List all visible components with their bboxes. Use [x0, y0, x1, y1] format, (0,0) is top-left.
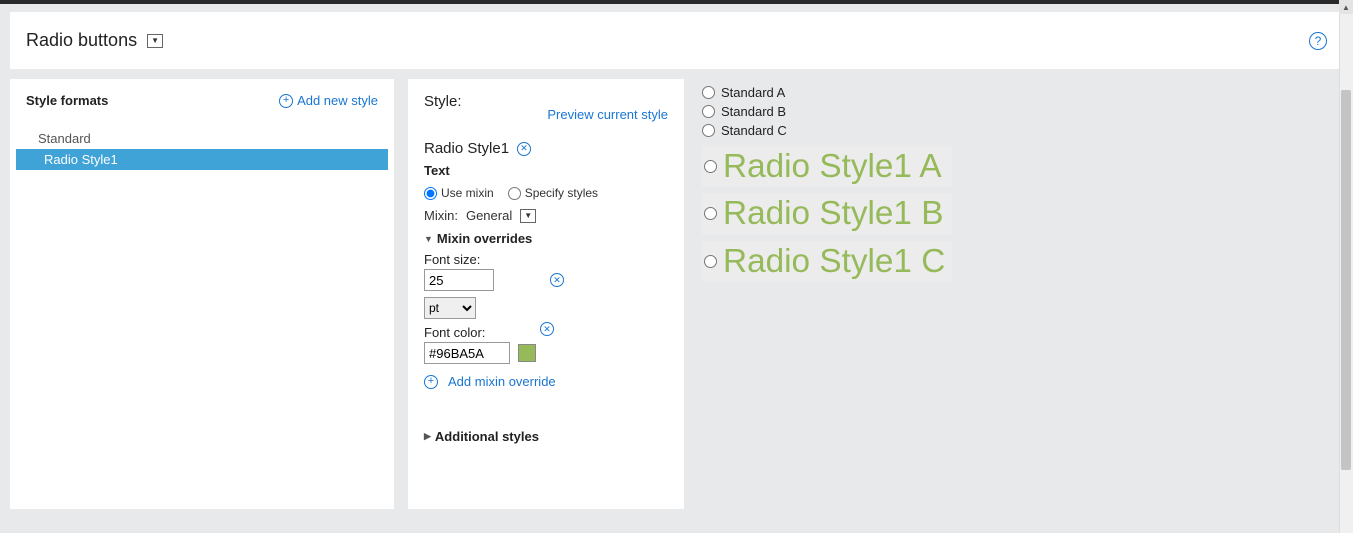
specify-styles-radio-input[interactable]: [508, 187, 521, 200]
preview-styled-c[interactable]: Radio Style1 C: [702, 241, 952, 282]
mixin-overrides-toggle[interactable]: ▼ Mixin overrides: [424, 231, 668, 246]
add-new-style-label: Add new style: [297, 93, 378, 108]
scrollbar[interactable]: ▲: [1339, 0, 1353, 533]
style-formats-header: Style formats + Add new style: [10, 93, 394, 122]
columns: Style formats + Add new style Standard R…: [0, 79, 1353, 509]
preview-current-style-link[interactable]: Preview current style: [547, 107, 668, 122]
specify-styles-radio[interactable]: Specify styles: [508, 186, 598, 200]
radio-label: Standard A: [721, 85, 785, 100]
radio-label: Radio Style1 C: [723, 245, 945, 278]
chevron-right-icon: ▶: [424, 431, 431, 442]
plus-icon: +: [279, 94, 293, 108]
preview-standard-c[interactable]: Standard C: [702, 121, 1343, 140]
style-formats-panel: Style formats + Add new style Standard R…: [10, 79, 394, 509]
style-editor-title: Style:: [424, 93, 462, 110]
font-color-input[interactable]: [424, 342, 510, 364]
remove-font-color-icon[interactable]: ✕: [540, 322, 554, 336]
additional-styles-toggle[interactable]: ▶ Additional styles: [424, 429, 668, 444]
page-title: Radio buttons: [26, 30, 137, 51]
mixin-label: Mixin:: [424, 208, 458, 223]
mixin-value: General: [466, 208, 512, 223]
use-mixin-radio-input[interactable]: [424, 187, 437, 200]
radio-input[interactable]: [702, 86, 715, 99]
radio-label: Radio Style1 A: [723, 150, 942, 183]
font-unit-select[interactable]: pt: [424, 297, 476, 319]
style-list: Standard Radio Style1: [10, 122, 394, 170]
style-item-radio-style1[interactable]: Radio Style1: [16, 149, 388, 170]
radio-input[interactable]: [704, 160, 717, 173]
font-size-label: Font size:: [424, 252, 668, 267]
specify-styles-label: Specify styles: [525, 186, 598, 200]
text-mode-radios: Use mixin Specify styles: [424, 186, 668, 200]
help-icon[interactable]: ?: [1309, 32, 1327, 50]
style-formats-title: Style formats: [26, 93, 108, 108]
standard-radio-group: Standard A Standard B Standard C: [702, 83, 1343, 140]
delete-style-icon[interactable]: ✕: [517, 142, 531, 156]
style-name: Radio Style1: [424, 140, 509, 157]
font-unit-row: pt: [424, 297, 668, 319]
radio-input[interactable]: [702, 124, 715, 137]
add-new-style-link[interactable]: + Add new style: [279, 93, 378, 108]
window-topbar: [0, 0, 1353, 4]
header-left: Radio buttons ▼: [26, 30, 163, 51]
style-name-row: Radio Style1 ✕: [424, 140, 668, 157]
radio-input[interactable]: [704, 207, 717, 220]
preview-standard-b[interactable]: Standard B: [702, 102, 1343, 121]
radio-label: Standard B: [721, 104, 786, 119]
style-item-standard[interactable]: Standard: [10, 128, 394, 149]
scroll-thumb[interactable]: [1341, 90, 1351, 470]
chevron-down-icon: ▼: [424, 234, 433, 244]
header-card: Radio buttons ▼ ?: [10, 12, 1343, 69]
radio-label: Standard C: [721, 123, 787, 138]
preview-styled-b[interactable]: Radio Style1 B: [702, 193, 952, 234]
title-dropdown-icon[interactable]: ▼: [147, 34, 163, 48]
radio-input[interactable]: [702, 105, 715, 118]
font-size-row: ✕: [424, 269, 668, 291]
font-color-row: [424, 342, 668, 364]
preview-panel: Standard A Standard B Standard C Radio S…: [698, 79, 1343, 509]
use-mixin-radio[interactable]: Use mixin: [424, 186, 494, 200]
font-size-input[interactable]: [424, 269, 494, 291]
style-editor-panel: Style: Preview current style Radio Style…: [408, 79, 684, 509]
add-mixin-override-label: Add mixin override: [448, 374, 556, 389]
preview-standard-a[interactable]: Standard A: [702, 83, 1343, 102]
style-editor-header: Style: Preview current style: [424, 93, 668, 122]
color-swatch[interactable]: [518, 344, 536, 362]
plus-icon: +: [424, 375, 438, 389]
mixin-overrides-label: Mixin overrides: [437, 231, 532, 246]
radio-label: Radio Style1 B: [723, 197, 943, 230]
radio-input[interactable]: [704, 255, 717, 268]
additional-styles-label: Additional styles: [435, 429, 539, 444]
use-mixin-label: Use mixin: [441, 186, 494, 200]
scroll-up-icon[interactable]: ▲: [1339, 0, 1353, 14]
remove-font-size-icon[interactable]: ✕: [550, 273, 564, 287]
text-section-label: Text: [424, 163, 668, 178]
add-mixin-override-link[interactable]: + Add mixin override: [424, 374, 668, 389]
styled-radio-group: Radio Style1 A Radio Style1 B Radio Styl…: [702, 146, 1343, 282]
preview-styled-a[interactable]: Radio Style1 A: [702, 146, 952, 187]
mixin-row: Mixin: General ▼: [424, 208, 668, 223]
mixin-dropdown-icon[interactable]: ▼: [520, 209, 536, 223]
